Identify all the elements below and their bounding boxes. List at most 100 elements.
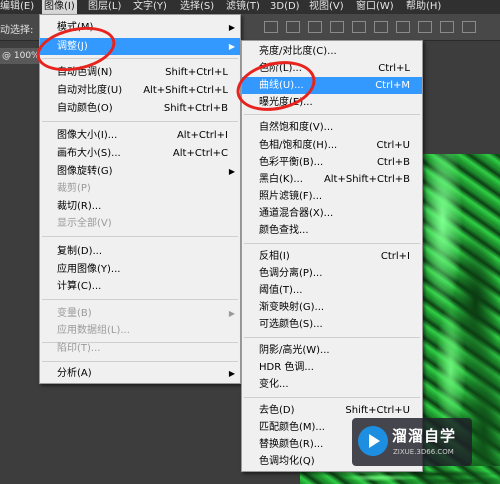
align-icon[interactable] [418, 21, 432, 33]
menu-item-posterize[interactable]: 色调分离(P)... [242, 265, 422, 282]
menu-item-reveal-all: 显示全部(V) [40, 215, 240, 232]
chevron-right-icon: ▶ [228, 42, 235, 51]
menu-help[interactable]: 帮助(H) [406, 0, 441, 14]
menu-item-label: 裁切(R)... [57, 201, 102, 212]
menu-item-label: 色相/饱和度(H)... [259, 140, 338, 151]
align-icon[interactable] [308, 21, 322, 33]
menu-item-desaturate[interactable]: 去色(D) Shift+Ctrl+U [242, 402, 422, 419]
menu-item-label: 变量(B) [57, 308, 92, 319]
menu-item-label: 复制(D)... [57, 246, 103, 257]
menu-image[interactable]: 图像(I) [42, 0, 77, 14]
align-icon[interactable] [440, 21, 454, 33]
menu-item-label: 图像大小(I)... [57, 130, 118, 141]
menu-select[interactable]: 选择(S) [180, 0, 214, 14]
menu-window[interactable]: 窗口(W) [356, 0, 394, 14]
menu-item-label: 去色(D) [259, 405, 295, 416]
menu-item-apply-image[interactable]: 应用图像(Y)... [40, 261, 240, 278]
watermark-brand: 溜溜自学 [392, 427, 457, 445]
menu-item-label: 阈值(T)... [259, 285, 303, 296]
menu-item-variations[interactable]: 变化... [242, 376, 422, 393]
align-icon[interactable] [264, 21, 278, 33]
menu-item-label: 分析(A) [57, 368, 92, 379]
menu-item-label: 匹配颜色(M)... [259, 422, 325, 433]
menu-item-brightness-contrast[interactable]: 亮度/对比度(C)... [242, 43, 422, 60]
menu-item-shortcut: Shift+Ctrl+U [345, 405, 410, 416]
auto-select-label: 动选择: [0, 25, 34, 36]
watermark-site: ZIXUE.3D66.COM [393, 448, 454, 456]
menu-item-label: 照片滤镜(F)... [259, 191, 323, 202]
menu-item-shadows-highlights[interactable]: 阴影/高光(W)... [242, 342, 422, 359]
align-icon[interactable] [286, 21, 300, 33]
menu-separator [42, 299, 238, 300]
menu-filter[interactable]: 滤镜(T) [226, 0, 260, 14]
menu-item-label: 色彩平衡(B)... [259, 157, 324, 168]
chevron-right-icon: ▶ [228, 167, 235, 176]
menu-item-black-white[interactable]: 黑白(K)... Alt+Shift+Ctrl+B [242, 171, 422, 188]
menu-item-shortcut: Alt+Ctrl+I [176, 130, 228, 141]
menu-item-vibrance[interactable]: 自然饱和度(V)... [242, 119, 422, 136]
menu-item-shortcut: Ctrl+I [380, 251, 410, 262]
menu-item-image-rotation[interactable]: 图像旋转(G) ▶ [40, 163, 240, 180]
menu-item-auto-contrast[interactable]: 自动对比度(U) Alt+Shift+Ctrl+L [40, 82, 240, 99]
menu-item-canvas-size[interactable]: 画布大小(S)... Alt+Ctrl+C [40, 145, 240, 162]
align-icon[interactable] [352, 21, 366, 33]
menu-item-label: 裁剪(P) [57, 183, 91, 194]
menu-separator [42, 236, 238, 237]
menu-item-color-lookup[interactable]: 颜色查找... [242, 222, 422, 239]
menu-item-label: 计算(C)... [57, 281, 102, 292]
menu-item-hdr-toning[interactable]: HDR 色调... [242, 359, 422, 376]
menu-item-label: 黑白(K)... [259, 174, 303, 185]
menu-item-threshold[interactable]: 阈值(T)... [242, 282, 422, 299]
menu-item-hue-saturation[interactable]: 色相/饱和度(H)... Ctrl+U [242, 137, 422, 154]
menu-edit[interactable]: 编辑(E) [0, 0, 34, 14]
menu-item-label: 颜色查找... [259, 225, 309, 236]
menu-item-analysis[interactable]: 分析(A) ▶ [40, 365, 240, 382]
menu-item-channel-mixer[interactable]: 通道混合器(X)... [242, 205, 422, 222]
menu-item-selective-color[interactable]: 可选颜色(S)... [242, 316, 422, 333]
menu-item-duplicate[interactable]: 复制(D)... [40, 243, 240, 260]
menu-item-label: 通道混合器(X)... [259, 208, 334, 219]
play-logo-icon [358, 426, 388, 456]
menu-item-label: 自动颜色(O) [57, 103, 113, 114]
menu-item-crop: 裁剪(P) [40, 180, 240, 197]
menu-item-label: 应用图像(Y)... [57, 264, 121, 275]
menu-item-invert[interactable]: 反相(I) Ctrl+I [242, 248, 422, 265]
menu-item-label: 替换颜色(R)... [259, 439, 324, 450]
menu-item-label: 显示全部(V) [57, 218, 112, 229]
menu-item-shortcut: Ctrl+L [378, 63, 410, 74]
menu-item-label: 自然饱和度(V)... [259, 122, 334, 133]
menu-item-label: 阴影/高光(W)... [259, 345, 330, 356]
menu-item-trim[interactable]: 裁切(R)... [40, 198, 240, 215]
align-icon[interactable] [330, 21, 344, 33]
menu-item-shortcut: Shift+Ctrl+B [163, 103, 228, 114]
menu-item-label: HDR 色调... [259, 362, 314, 373]
menu-item-calculations[interactable]: 计算(C)... [40, 278, 240, 295]
menu-item-auto-color[interactable]: 自动颜色(O) Shift+Ctrl+B [40, 100, 240, 117]
menu-separator [42, 361, 238, 362]
menu-view[interactable]: 视图(V) [309, 0, 344, 14]
menu-separator [244, 337, 420, 338]
menu-item-shortcut: Ctrl+B [376, 157, 410, 168]
menu-3d[interactable]: 3D(D) [270, 0, 300, 14]
menubar: 编辑(E) 图像(I) 图层(L) 文字(Y) 选择(S) 滤镜(T) 3D(D… [0, 0, 500, 14]
menu-item-label: 应用数据组(L)... [57, 325, 130, 336]
menu-item-shortcut: Shift+Ctrl+L [165, 67, 228, 78]
align-icon[interactable] [374, 21, 388, 33]
menu-item-label: 图像旋转(G) [57, 166, 113, 177]
align-tools [260, 18, 500, 36]
align-icon[interactable] [462, 21, 476, 33]
menu-item-label: 陷印(T)... [57, 343, 101, 354]
menu-type[interactable]: 文字(Y) [133, 0, 167, 14]
menu-item-image-size[interactable]: 图像大小(I)... Alt+Ctrl+I [40, 127, 240, 144]
menu-item-photo-filter[interactable]: 照片滤镜(F)... [242, 188, 422, 205]
menu-item-gradient-map[interactable]: 渐变映射(G)... [242, 299, 422, 316]
menu-separator [42, 121, 238, 122]
menu-layer[interactable]: 图层(L) [88, 0, 121, 14]
menu-item-shortcut: Alt+Ctrl+C [172, 148, 228, 159]
align-icon[interactable] [396, 21, 410, 33]
menu-item-color-balance[interactable]: 色彩平衡(B)... Ctrl+B [242, 154, 422, 171]
menu-item-label: 色调分离(P)... [259, 268, 323, 279]
menu-item-label: 可选颜色(S)... [259, 319, 323, 330]
menu-item-shortcut: Alt+Shift+Ctrl+L [143, 85, 228, 96]
chevron-right-icon: ▶ [228, 369, 235, 378]
